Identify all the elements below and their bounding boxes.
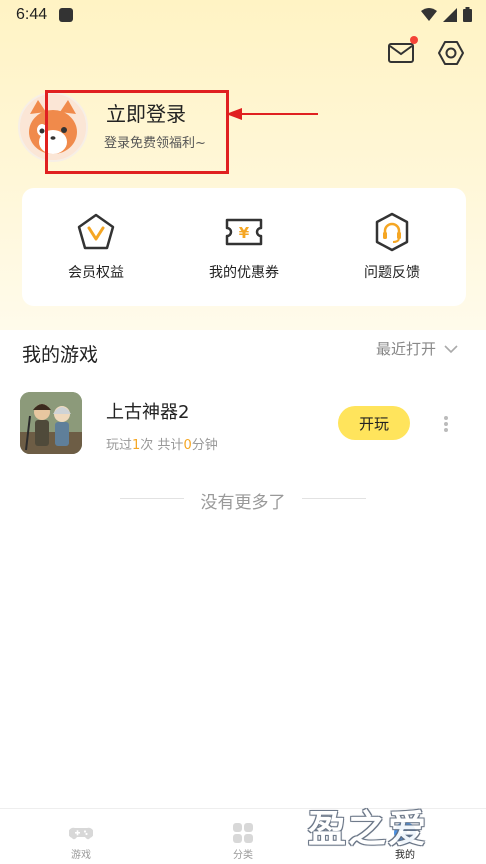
signal-icon bbox=[443, 7, 457, 22]
stats-text: 玩过 bbox=[106, 438, 133, 453]
shortcut-label: 我的优惠券 bbox=[209, 265, 279, 281]
play-button[interactable]: 开玩 bbox=[338, 406, 410, 440]
shortcut-coupon[interactable]: ¥ 我的优惠券 bbox=[184, 212, 304, 282]
battery-icon bbox=[463, 7, 472, 22]
notification-icon bbox=[59, 8, 74, 22]
unread-badge bbox=[410, 36, 418, 44]
my-games-title: 我的游戏 bbox=[22, 344, 99, 366]
end-of-list-text: 没有更多了 bbox=[200, 493, 286, 513]
dot-icon bbox=[444, 428, 448, 432]
shortcut-card: 会员权益 ¥ 我的优惠券 问题反馈 bbox=[22, 188, 466, 306]
game-cover-icon bbox=[20, 392, 82, 454]
coupon-icon: ¥ bbox=[225, 218, 263, 246]
shortcut-label: 会员权益 bbox=[68, 265, 124, 281]
svg-text:¥: ¥ bbox=[239, 224, 250, 242]
wifi-icon bbox=[421, 7, 437, 21]
watermark-logo: 盈之爱 bbox=[308, 807, 429, 851]
chevron-down-icon bbox=[444, 344, 458, 353]
nav-item-category[interactable]: 分类 bbox=[162, 809, 324, 864]
shortcut-feedback[interactable]: 问题反馈 bbox=[332, 212, 452, 282]
status-time: 6:44 bbox=[16, 6, 48, 23]
stats-text: 次 共计 bbox=[140, 438, 184, 453]
nav-label: 分类 bbox=[233, 850, 253, 861]
category-icon bbox=[233, 823, 253, 843]
play-minutes: 0 bbox=[183, 438, 192, 453]
annotation-arrow-icon bbox=[226, 108, 318, 120]
divider-right bbox=[302, 498, 366, 499]
status-bar: 6:44 bbox=[0, 0, 486, 30]
game-artwork-icon bbox=[20, 392, 82, 454]
shortcut-vip[interactable]: 会员权益 bbox=[36, 212, 156, 282]
nav-label: 游戏 bbox=[71, 850, 91, 861]
game-stats: 玩过1次 共计0分钟 bbox=[106, 434, 218, 453]
gear-icon bbox=[438, 41, 464, 65]
message-button[interactable] bbox=[386, 36, 418, 68]
dot-icon bbox=[444, 422, 448, 426]
sort-dropdown[interactable]: 最近打开 bbox=[376, 338, 458, 359]
shortcut-label: 问题反馈 bbox=[364, 265, 420, 281]
gamepad-icon bbox=[69, 827, 93, 840]
game-name: 上古神器2 bbox=[106, 402, 190, 423]
stats-text: 分钟 bbox=[191, 438, 218, 453]
settings-button[interactable] bbox=[436, 38, 466, 68]
game-list-item[interactable]: 上古神器2 玩过1次 共计0分钟 开玩 bbox=[20, 392, 466, 456]
nav-item-games[interactable]: 游戏 bbox=[0, 809, 162, 864]
vip-icon bbox=[77, 213, 115, 250]
annotation-highlight-box bbox=[45, 90, 229, 174]
status-icons bbox=[421, 7, 472, 22]
headset-icon bbox=[375, 212, 409, 252]
more-options-button[interactable] bbox=[440, 414, 452, 434]
dot-icon bbox=[444, 416, 448, 420]
sort-label: 最近打开 bbox=[376, 340, 437, 358]
